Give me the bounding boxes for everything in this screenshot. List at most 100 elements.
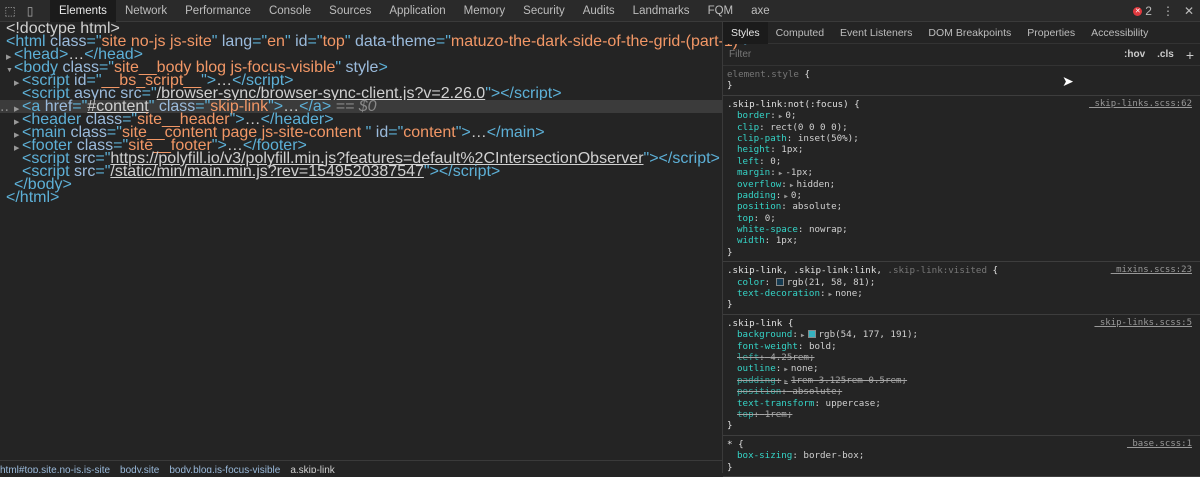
breadcrumb-item[interactable]: body.blog.js-focus-visible: [169, 465, 280, 473]
property-name[interactable]: width: [737, 235, 765, 246]
property-name[interactable]: font-weight: [737, 341, 798, 352]
style-property[interactable]: left: 0;: [727, 156, 1194, 167]
expand-shorthand-icon[interactable]: ▶: [779, 113, 783, 120]
property-name[interactable]: top: [737, 213, 754, 224]
style-property[interactable]: position: absolute;: [727, 201, 1194, 212]
filter-input[interactable]: Filter: [729, 49, 1112, 60]
expand-shorthand-icon[interactable]: ▶: [790, 182, 794, 189]
style-property[interactable]: left: 4.25rem;: [727, 352, 1194, 363]
style-property[interactable]: top: 1rem;: [727, 409, 1194, 420]
rule-source-link[interactable]: _skip-links.scss:5: [1094, 318, 1192, 328]
property-name[interactable]: outline: [737, 363, 776, 374]
cls-button[interactable]: .cls: [1157, 49, 1174, 60]
tab-audits[interactable]: Audits: [574, 0, 624, 22]
property-value[interactable]: 4.25rem: [770, 352, 809, 363]
sidebar-tab-accessibility[interactable]: Accessibility: [1083, 22, 1156, 44]
property-value[interactable]: absolute: [792, 386, 836, 397]
dom-node-row[interactable]: </body>: [0, 177, 722, 193]
property-name[interactable]: position: [737, 201, 781, 212]
property-name[interactable]: text-transform: [737, 398, 814, 409]
property-name[interactable]: clip: [737, 122, 759, 133]
property-name[interactable]: box-sizing: [737, 450, 792, 461]
tab-fqm[interactable]: FQM: [699, 0, 743, 22]
expand-shorthand-icon[interactable]: ▶: [784, 378, 788, 385]
style-property[interactable]: margin: ▶ -1px;: [727, 167, 1194, 178]
property-name[interactable]: padding: [737, 190, 776, 201]
new-rule-button[interactable]: +: [1186, 47, 1194, 63]
style-property[interactable]: height: 1px;: [727, 144, 1194, 155]
property-name[interactable]: position: [737, 386, 781, 397]
rule-source-link[interactable]: _base.scss:1: [1127, 439, 1192, 449]
rule-selector-inactive[interactable]: .skip-link:visited: [887, 265, 987, 276]
property-name[interactable]: margin: [737, 167, 770, 178]
tab-memory[interactable]: Memory: [455, 0, 515, 22]
style-property[interactable]: outline: ▶ none;: [727, 363, 1194, 374]
tab-network[interactable]: Network: [116, 0, 176, 22]
property-name[interactable]: top: [737, 409, 754, 420]
error-count-badge[interactable]: ✕ 2: [1133, 4, 1152, 18]
rule-selector[interactable]: .skip-link, .skip-link:link,: [727, 265, 887, 276]
tab-application[interactable]: Application: [380, 0, 454, 22]
property-value[interactable]: bold: [809, 341, 831, 352]
property-value[interactable]: 1rem: [765, 409, 787, 420]
dom-node-row[interactable]: <script src="/static/min/main.min.js?rev…: [0, 164, 722, 180]
property-value[interactable]: 1px: [776, 235, 793, 246]
property-value[interactable]: 1rem 3.125rem 0.5rem: [791, 375, 902, 386]
sidebar-tab-properties[interactable]: Properties: [1019, 22, 1083, 44]
style-property[interactable]: clip: rect(0 0 0 0);: [727, 122, 1194, 133]
expand-shorthand-icon[interactable]: ▶: [784, 193, 788, 200]
sidebar-tab-dom-breakpoints[interactable]: DOM Breakpoints: [920, 22, 1019, 44]
tab-performance[interactable]: Performance: [176, 0, 260, 22]
device-toggle-icon[interactable]: ▯: [20, 0, 40, 22]
breadcrumb-item[interactable]: body.site: [120, 465, 159, 473]
style-property[interactable]: white-space: nowrap;: [727, 224, 1194, 235]
tab-console[interactable]: Console: [260, 0, 320, 22]
inspect-icon[interactable]: ⬚: [0, 0, 20, 22]
property-value[interactable]: 1px: [781, 144, 798, 155]
tab-landmarks[interactable]: Landmarks: [624, 0, 699, 22]
property-name[interactable]: left: [737, 156, 759, 167]
property-value[interactable]: border-box: [803, 450, 858, 461]
breadcrumb-item[interactable]: html#top.site.no-js.js-site: [0, 465, 110, 473]
rule-source-link[interactable]: _mixins.scss:23: [1111, 265, 1192, 275]
style-property[interactable]: border: ▶ 0;: [727, 110, 1194, 121]
more-options-icon[interactable]: ⋮: [1162, 4, 1174, 18]
property-name[interactable]: padding: [737, 375, 776, 386]
style-property[interactable]: box-sizing: border-box;: [727, 450, 1194, 461]
tab-security[interactable]: Security: [514, 0, 574, 22]
dom-node-row[interactable]: </html>: [0, 190, 722, 206]
property-name[interactable]: overflow: [737, 179, 781, 190]
style-property[interactable]: position: absolute;: [727, 386, 1194, 397]
property-value[interactable]: rgb(54, 177, 191): [819, 329, 913, 340]
property-name[interactable]: color: [737, 277, 765, 288]
sidebar-tab-computed[interactable]: Computed: [768, 22, 832, 44]
tab-sources[interactable]: Sources: [320, 0, 380, 22]
property-value[interactable]: rect(0 0 0 0): [770, 122, 842, 133]
style-property[interactable]: color: rgb(21, 58, 81);: [727, 277, 1194, 288]
property-value[interactable]: rgb(21, 58, 81): [787, 277, 870, 288]
property-name[interactable]: height: [737, 144, 770, 155]
tab-axe[interactable]: axe: [742, 0, 779, 22]
property-value[interactable]: none: [791, 363, 813, 374]
breadcrumb-item[interactable]: a.skip-link: [290, 465, 334, 473]
style-property[interactable]: top: 0;: [727, 213, 1194, 224]
property-value[interactable]: -1px: [785, 167, 807, 178]
property-name[interactable]: left: [737, 352, 759, 363]
property-name[interactable]: white-space: [737, 224, 798, 235]
style-property[interactable]: padding: ▶ 1rem 3.125rem 0.5rem;: [727, 375, 1194, 386]
property-name[interactable]: text-decoration: [737, 288, 820, 299]
style-property[interactable]: text-decoration: ▶ none;: [727, 288, 1194, 299]
expand-shorthand-icon[interactable]: ▶: [801, 332, 805, 339]
property-value[interactable]: none: [835, 288, 857, 299]
rule-selector[interactable]: element.style: [727, 69, 799, 80]
style-property[interactable]: clip-path: inset(50%);: [727, 133, 1194, 144]
rule-selector[interactable]: .skip-link: [727, 318, 782, 329]
rule-source-link[interactable]: _skip-links.scss:62: [1089, 99, 1192, 109]
property-name[interactable]: clip-path: [737, 133, 787, 144]
hov-button[interactable]: :hov: [1124, 49, 1145, 60]
style-property[interactable]: width: 1px;: [727, 235, 1194, 246]
expand-shorthand-icon[interactable]: ▶: [779, 170, 783, 177]
expand-shorthand-icon[interactable]: ▶: [829, 291, 833, 298]
property-value[interactable]: absolute: [792, 201, 836, 212]
style-property[interactable]: padding: ▶ 0;: [727, 190, 1194, 201]
